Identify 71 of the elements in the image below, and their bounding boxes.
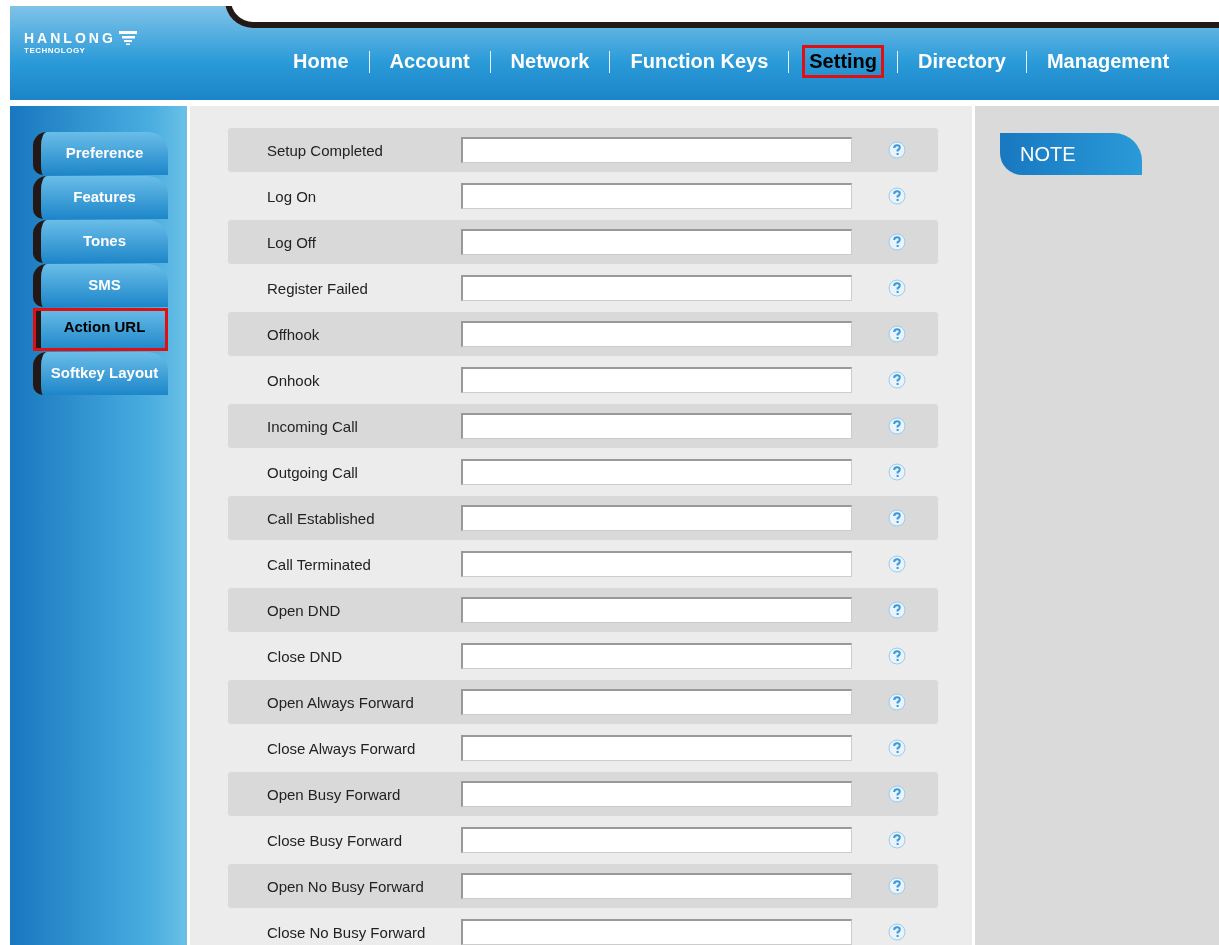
url-input-field[interactable] [461,137,852,163]
help-icon[interactable] [888,555,906,573]
note-heading: NOTE [1000,133,1142,175]
url-input-field[interactable] [461,597,852,623]
sidebar-tab[interactable]: Softkey Layout [33,352,168,395]
help-icon[interactable] [888,325,906,343]
sidebar-tab[interactable]: Tones [33,220,168,263]
field-label: Open Always Forward [266,693,415,711]
field-label: Log Off [266,233,317,251]
nav-tab[interactable]: Home [286,45,356,78]
help-icon[interactable] [888,279,906,297]
nav-tab[interactable]: Network [503,45,597,78]
help-icon[interactable] [888,785,906,803]
help-icon[interactable] [888,877,906,895]
logo-icon [118,30,137,46]
url-input-field[interactable] [461,551,852,577]
help-icon[interactable] [888,233,906,251]
field-label: Outgoing Call [266,463,359,481]
field-label: Close DND [266,647,343,665]
url-input-field[interactable] [461,367,852,393]
field-label: Close Always Forward [266,739,417,757]
help-icon[interactable] [888,601,906,619]
url-input-field[interactable] [461,689,852,715]
nav-tab[interactable]: Setting [802,45,885,78]
url-input-field[interactable] [461,781,852,807]
help-icon[interactable] [888,417,906,435]
url-input-field[interactable] [461,275,852,301]
help-icon[interactable] [888,463,906,481]
sidebar-tab[interactable]: Preference [33,132,168,175]
help-icon[interactable] [888,509,906,527]
field-label: Onhook [266,371,321,389]
field-label: Register Failed [266,279,369,297]
url-input-field[interactable] [461,873,852,899]
nav-tab[interactable]: Function Keys [623,45,776,78]
field-label: Offhook [266,325,321,343]
help-icon[interactable] [888,831,906,849]
help-icon[interactable] [888,187,906,205]
field-label: Call Terminated [266,555,372,573]
url-input-field[interactable] [461,183,852,209]
field-label: Open Busy Forward [266,785,402,803]
url-input-field[interactable] [461,735,852,761]
url-input-field[interactable] [461,919,852,945]
field-label: Close Busy Forward [266,831,404,849]
nav-tab[interactable]: Management [1039,45,1177,78]
url-input-field[interactable] [461,827,852,853]
url-input-field[interactable] [461,459,852,485]
sidebar-tab[interactable]: Action URL [33,308,168,351]
url-input-field[interactable] [461,643,852,669]
url-input-field[interactable] [461,321,852,347]
nav-tab[interactable]: Directory [911,45,1013,78]
help-icon[interactable] [888,693,906,711]
nav-tab[interactable]: Account [382,45,477,78]
field-label: Close No Busy Forward [266,923,427,941]
field-label: Open No Busy Forward [266,877,425,895]
help-icon[interactable] [888,739,906,757]
field-label: Open DND [266,601,342,619]
logo-tagline: TECHNOLOGY [24,46,87,56]
field-label: Setup Completed [266,141,384,159]
sidebar-tab[interactable]: SMS [33,264,168,307]
help-icon[interactable] [888,647,906,665]
url-input-field[interactable] [461,505,852,531]
field-label: Log On [266,187,318,205]
help-icon[interactable] [888,141,906,159]
url-input-field[interactable] [461,413,852,439]
help-icon[interactable] [888,371,906,389]
url-input-field[interactable] [461,229,852,255]
field-label: Call Established [266,509,376,527]
sidebar-tab[interactable]: Features [33,176,168,219]
help-icon[interactable] [888,923,906,941]
logo-text: HANLONG [24,31,116,45]
field-label: Incoming Call [266,417,359,435]
